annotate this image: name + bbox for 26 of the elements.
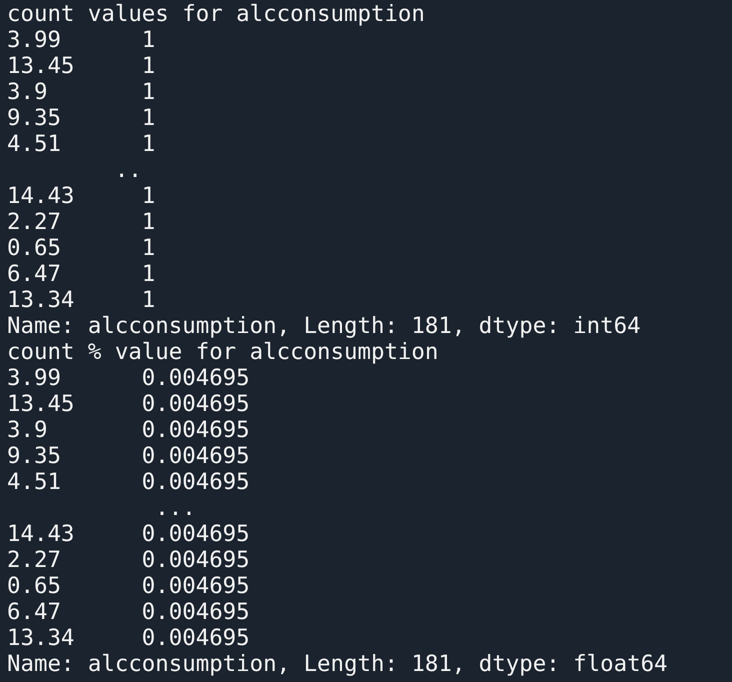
terminal-line: 0.65 1 [7,235,156,261]
terminal-line: Name: alcconsumption, Length: 181, dtype: int64 [7,313,641,339]
terminal-line: 9.35 1 [7,105,156,131]
terminal-line: 13.34 1 [7,287,156,313]
terminal-line: count % value for alcconsumption [7,339,438,365]
terminal-line: 14.43 1 [7,183,156,209]
terminal-line: 9.35 0.004695 [7,443,250,469]
terminal-line: 6.47 1 [7,261,156,287]
terminal-line: 0.65 0.004695 [7,573,250,599]
terminal-line: 3.9 0.004695 [7,417,250,443]
terminal-line: count values for alcconsumption [7,1,425,27]
terminal-line: 2.27 1 [7,209,156,235]
terminal-line: 14.43 0.004695 [7,521,250,547]
terminal-line: 3.99 0.004695 [7,365,250,391]
terminal-line: 3.99 1 [7,27,156,53]
terminal-line: 13.45 0.004695 [7,391,250,417]
terminal-line: 13.45 1 [7,53,156,79]
terminal-line: .. [114,157,142,183]
terminal-line: 2.27 0.004695 [7,547,250,573]
terminal-line: 4.51 0.004695 [7,469,250,495]
terminal-line: 13.34 0.004695 [7,625,250,651]
terminal-line: Name: alcconsumption, Length: 181, dtype: float64 [7,651,668,677]
terminal-line: 6.47 0.004695 [7,599,250,625]
terminal-line: 3.9 1 [7,79,156,105]
terminal-line: 4.51 1 [7,131,156,157]
terminal-line: ... [154,495,196,521]
